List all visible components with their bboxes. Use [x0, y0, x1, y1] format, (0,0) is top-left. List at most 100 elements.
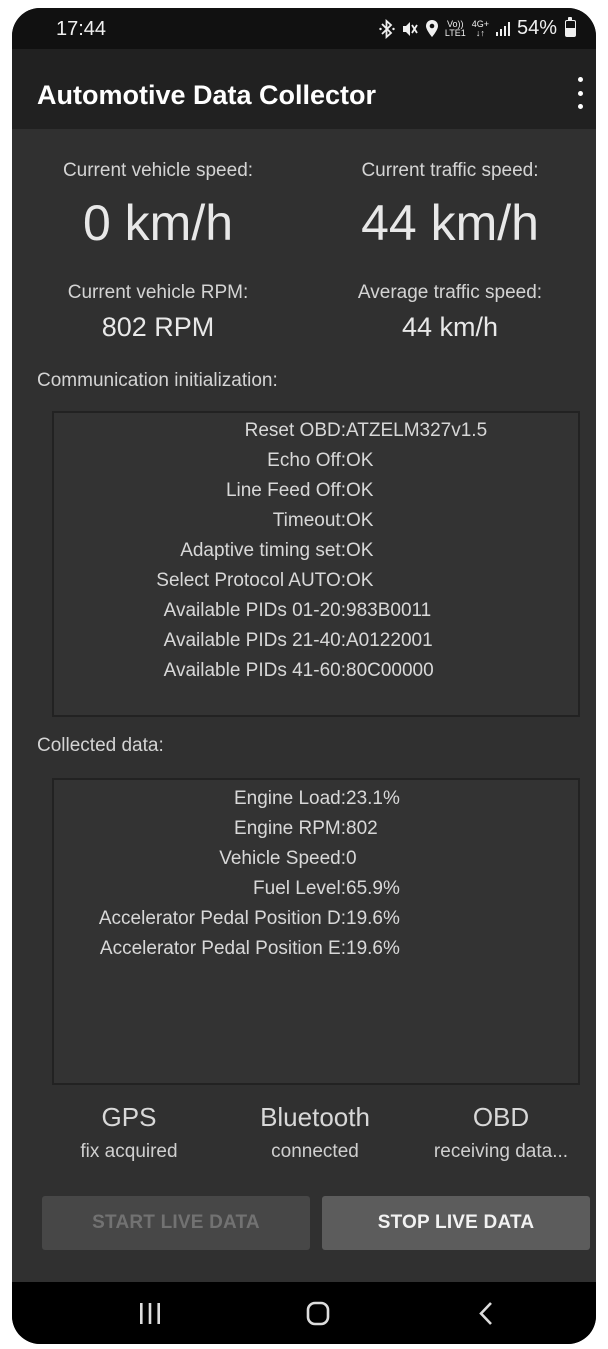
collected-data-box[interactable]: Engine Load: 23.1% Engine RPM: 802 Vehicle S… [52, 778, 580, 1085]
bluetooth-state: connected [271, 1141, 359, 1162]
home-button[interactable] [258, 1282, 378, 1344]
vehicle-speed-panel: Current vehicle speed: 0 km/h [12, 160, 304, 252]
data-row-key: Available PIDs 01-20: [163, 600, 346, 621]
data-row-key: Reset OBD: [244, 420, 346, 441]
avg-traffic-panel: Average traffic speed: 44 km/h [304, 282, 596, 343]
data-row: Fuel Level: 65.9% [54, 874, 578, 904]
data-row: Available PIDs 41-60: 80C00000 [54, 656, 578, 686]
data-row-key: Vehicle Speed: [219, 848, 346, 869]
data-row-key: Adaptive timing set: [180, 540, 346, 561]
init-section-label: Communication initialization: [37, 370, 278, 391]
data-row: Vehicle Speed: 0 [54, 844, 578, 874]
data-row-key: Available PIDs 41-60: [163, 660, 346, 681]
obd-indicator: OBD receiving data... [416, 1102, 586, 1163]
overflow-dot-icon [577, 90, 583, 96]
vehicle-rpm-panel: Current vehicle RPM: 802 RPM [12, 282, 304, 343]
data-row: Reset OBD: ATZELM327v1.5 [54, 416, 578, 446]
data-row-key: Accelerator Pedal Position E: [99, 938, 346, 959]
data-row-value: OK [346, 540, 374, 561]
bluetooth-title: Bluetooth [260, 1102, 370, 1132]
back-icon [479, 1302, 492, 1325]
status-icons: Vo)) LTE1 4G+ ↓↑ 54% [379, 17, 576, 40]
data-row-value: 19.6% [346, 938, 400, 959]
data-row: Adaptive timing set: OK [54, 536, 578, 566]
volte-indicator: Vo)) LTE1 [444, 19, 466, 38]
data-row-key: Available PIDs 21-40: [163, 630, 346, 651]
bluetooth-icon [379, 18, 395, 39]
signal-icon [495, 21, 511, 37]
home-icon [306, 1301, 330, 1326]
init-rows: Reset OBD: ATZELM327v1.5 Echo Off: OK Line F… [54, 416, 578, 686]
vehicle-rpm-value: 802 RPM [101, 312, 215, 342]
data-row-value: OK [346, 450, 374, 471]
app-title: Automotive Data Collector [37, 80, 377, 110]
collected-rows: Engine Load: 23.1% Engine RPM: 802 Vehicle S… [54, 784, 578, 964]
status-bar: 17:44 Vo)) LTE1 4G+ ↓↑ 54% [12, 8, 596, 49]
recents-button[interactable] [90, 1282, 210, 1344]
obd-state: receiving data... [433, 1141, 569, 1162]
data-row: Timeout: OK [54, 506, 578, 536]
data-row-value: A0122001 [346, 630, 433, 651]
bluetooth-indicator: Bluetooth connected [230, 1102, 400, 1163]
data-row-key: Engine RPM: [234, 818, 346, 839]
data-arrows: ↓↑ [475, 27, 485, 38]
gps-title: GPS [101, 1102, 157, 1132]
data-indicator: 4G+ ↓↑ [472, 19, 489, 38]
data-row-key: Accelerator Pedal Position D: [98, 908, 346, 929]
data-row: Select Protocol AUTO: OK [54, 566, 578, 596]
overflow-dot-icon [577, 77, 583, 82]
collected-section-label: Collected data: [37, 735, 164, 756]
location-icon [425, 19, 439, 38]
vehicle-rpm-label: Current vehicle RPM: [67, 282, 249, 303]
data-row-value: ATZELM327v1.5 [346, 420, 488, 441]
traffic-speed-label: Current traffic speed: [361, 160, 539, 181]
data-row-key: Echo Off: [267, 450, 346, 471]
avg-traffic-label: Average traffic speed: [357, 282, 543, 303]
stop-live-data-button[interactable]: STOP LIVE DATA [322, 1196, 590, 1250]
data-row: Accelerator Pedal Position E: 19.6% [54, 934, 578, 964]
traffic-speed-panel: Current traffic speed: 44 km/h [304, 160, 596, 252]
data-row: Engine RPM: 802 [54, 814, 578, 844]
lte-label: LTE1 [444, 27, 466, 38]
status-time: 17:44 [56, 18, 107, 40]
data-row-key: Fuel Level: [253, 878, 346, 899]
avg-traffic-value: 44 km/h [401, 312, 499, 342]
data-row-key: Engine Load: [234, 788, 346, 809]
obd-title: OBD [472, 1102, 530, 1132]
gps-indicator: GPS fix acquired [54, 1102, 204, 1163]
data-row-value: 65.9% [346, 878, 400, 899]
start-live-data-button[interactable]: START LIVE DATA [42, 1196, 310, 1250]
battery-percent: 54% [516, 17, 557, 39]
init-log-box[interactable]: Reset OBD: ATZELM327v1.5 Echo Off: OK Line F… [52, 411, 580, 717]
data-row: Engine Load: 23.1% [54, 784, 578, 814]
vehicle-speed-label: Current vehicle speed: [62, 160, 254, 181]
overflow-menu-button[interactable] [572, 77, 588, 109]
data-row: Echo Off: OK [54, 446, 578, 476]
phone-screen: 17:44 Vo)) LTE1 4G+ ↓↑ 54% Automotive Da… [12, 8, 596, 1344]
data-row-value: 0 [346, 848, 357, 869]
app-bar: Automotive Data Collector [12, 49, 596, 129]
data-row-value: OK [346, 480, 374, 501]
data-row-value: 983B0011 [346, 600, 432, 621]
data-row-value: 80C00000 [346, 660, 434, 681]
data-row: Line Feed Off: OK [54, 476, 578, 506]
data-row: Available PIDs 01-20: 983B0011 [54, 596, 578, 626]
data-row-value: OK [346, 570, 374, 591]
gps-state: fix acquired [80, 1141, 178, 1162]
recents-icon [140, 1303, 160, 1324]
data-row: Available PIDs 21-40: A0122001 [54, 626, 578, 656]
data-row-value: 23.1% [346, 788, 400, 809]
data-row-key: Line Feed Off: [225, 480, 346, 501]
navigation-bar [12, 1282, 596, 1344]
data-row-value: 802 [346, 818, 378, 839]
traffic-speed-value: 44 km/h [361, 195, 539, 251]
data-row: Accelerator Pedal Position D: 19.6% [54, 904, 578, 934]
battery-icon [565, 17, 576, 37]
back-button[interactable] [426, 1282, 546, 1344]
mute-icon [401, 20, 419, 38]
data-row-value: OK [346, 510, 374, 531]
data-row-key: Select Protocol AUTO: [156, 570, 346, 591]
overflow-dot-icon [577, 104, 583, 109]
vehicle-speed-value: 0 km/h [82, 195, 234, 251]
data-row-value: 19.6% [346, 908, 400, 929]
